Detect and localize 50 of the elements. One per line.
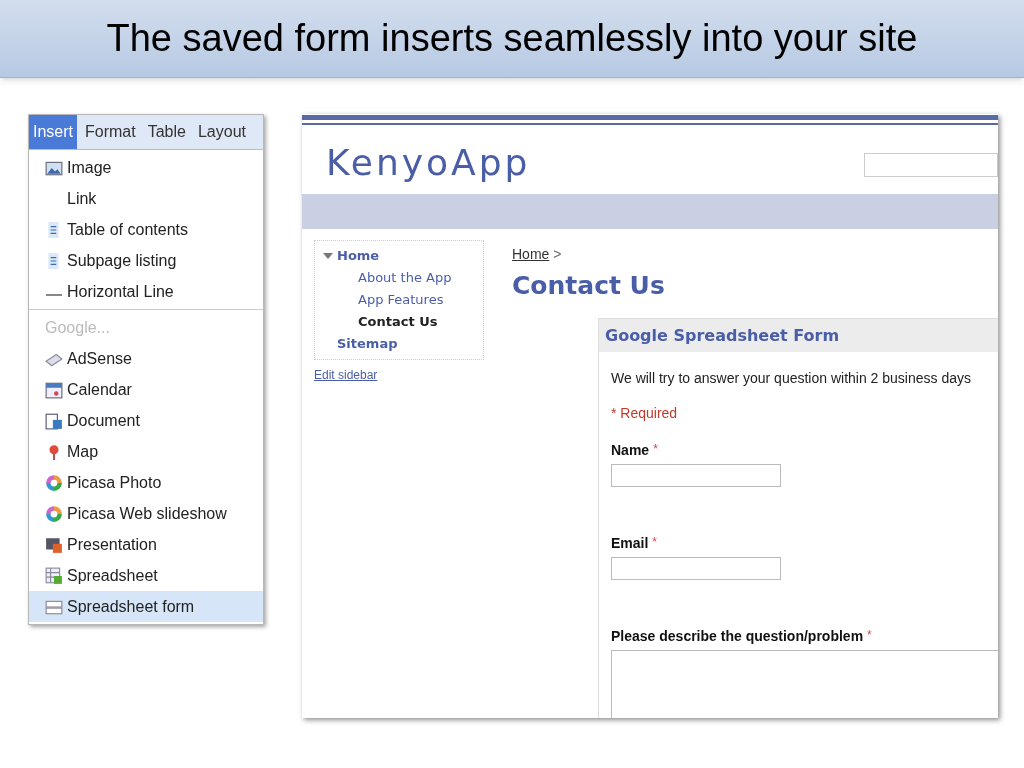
pinwheel-icon (45, 504, 63, 523)
line-icon (45, 293, 63, 296)
menu-tab[interactable]: Format (81, 115, 140, 149)
sidebar-link[interactable]: App Features (358, 289, 444, 310)
breadcrumb-link[interactable]: Home (512, 243, 550, 265)
slides-icon (45, 535, 63, 554)
document-icon (45, 411, 63, 430)
text-field[interactable] (611, 464, 781, 487)
menu-item[interactable]: AdSense (29, 343, 263, 374)
menu-item[interactable]: Calendar (29, 374, 263, 405)
menu-tab[interactable]: Insert (29, 115, 77, 149)
menu-item[interactable]: Subpage listing (29, 245, 263, 276)
required-mark: * (867, 627, 872, 644)
text-area[interactable] (611, 650, 998, 718)
sidebar-link[interactable]: About the App (358, 267, 452, 288)
calendar-icon (45, 380, 63, 399)
field-label: Please describe the question/problem (611, 627, 864, 646)
form-title: Google Spreadsheet Form (605, 324, 840, 347)
menu-item[interactable]: Picasa Web slideshow (29, 498, 263, 529)
menu-item[interactable]: Picasa Photo (29, 467, 263, 498)
menu-tab[interactable]: Layout (193, 115, 250, 149)
menu-item[interactable]: Table of contents (29, 214, 263, 245)
field-label: Email (611, 534, 649, 553)
text-field[interactable] (611, 557, 781, 580)
page-title: Contact Us (512, 269, 666, 302)
required-mark: * (652, 534, 658, 551)
pinwheel-icon (45, 473, 63, 492)
menu-item[interactable]: Spreadsheet (29, 560, 263, 591)
edit-sidebar-link[interactable]: Edit sidebar (314, 365, 484, 384)
menu-item[interactable]: Horizontal Line (29, 276, 263, 307)
search-field[interactable] (864, 153, 998, 178)
menu-group-heading: Google... (44, 317, 111, 338)
menu-item[interactable]: Image (29, 152, 263, 183)
menu-item[interactable]: Link (29, 183, 263, 214)
site-title: KenyoApp (326, 141, 531, 186)
menu-item[interactable]: Spreadsheet form (29, 591, 263, 622)
spreadsheet-icon (45, 566, 63, 585)
required-mark: * (653, 441, 658, 458)
sidebar-link[interactable]: Contact Us (358, 311, 438, 332)
menu-item[interactable]: Presentation (29, 529, 263, 560)
breadcrumb-separator: > (553, 244, 562, 264)
menu-tab[interactable]: Table (143, 115, 190, 149)
field-label: Name (611, 441, 650, 460)
form-description: We will try to answer your question within 2 business days (611, 369, 972, 388)
sidebar-link[interactable]: Home (337, 245, 380, 266)
slide-title: The saved form inserts seamlessly into your site (106, 16, 918, 61)
sidebar-link[interactable]: Sitemap (337, 333, 398, 354)
required-note: * Required (611, 404, 679, 423)
menu-item[interactable]: Map (29, 436, 263, 467)
menu-item[interactable]: Document (29, 405, 263, 436)
